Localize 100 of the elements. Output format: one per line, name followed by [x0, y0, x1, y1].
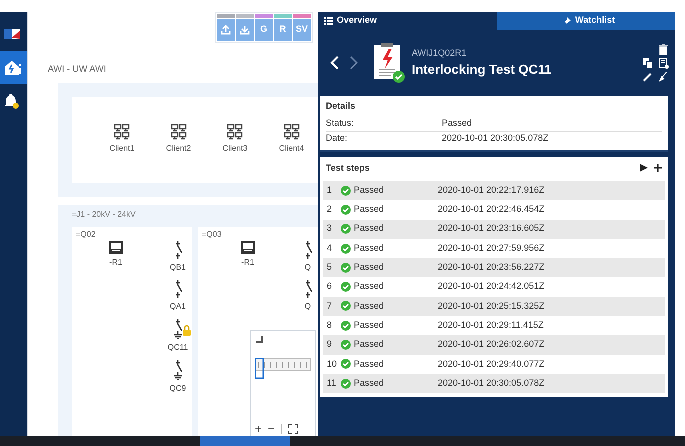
check-circle-icon: [341, 378, 351, 389]
field-value: Passed: [442, 116, 472, 130]
section-title: =J1 - 20kV - 24kV: [72, 208, 137, 220]
check-circle-icon: [341, 262, 351, 273]
copy-icon[interactable]: [643, 58, 653, 69]
step-status: Passed: [354, 376, 386, 390]
field-label: Status:: [326, 116, 356, 130]
bay-title: =Q03: [202, 228, 223, 240]
field-label: Date:: [326, 132, 349, 146]
list-icon: [324, 17, 333, 25]
test-step-row[interactable]: 3 Passed 2020-10-01 20:23:16.605Z: [323, 220, 665, 239]
device-label: QA1: [170, 300, 186, 312]
device-label: QC9: [170, 382, 186, 394]
step-status: Passed: [354, 338, 386, 352]
switch-icon: [173, 280, 183, 298]
play-icon[interactable]: [640, 164, 648, 172]
step-number: 6: [327, 280, 334, 294]
step-time: 2020-10-01 20:23:16.605Z: [438, 222, 545, 236]
step-status: Passed: [354, 242, 386, 255]
bell-icon: [4, 92, 20, 108]
switch-icon: [173, 240, 183, 258]
earth-switch-icon: [173, 360, 183, 380]
check-circle-icon: [341, 301, 351, 312]
step-status: Passed: [354, 318, 386, 332]
switch-icon: [303, 240, 313, 258]
step-number: 11: [327, 376, 338, 390]
step-time: 2020-10-01 20:25:15.325Z: [438, 300, 545, 313]
switch-icon: [303, 280, 313, 298]
step-status: Passed: [354, 222, 386, 236]
client-label: Client3: [222, 143, 248, 155]
step-status: Passed: [354, 261, 386, 274]
step-time: 2020-10-01 20:23:56.227Z: [438, 261, 545, 274]
house-icon: [4, 60, 21, 75]
breadcrumb: AWI - UW AWI: [48, 63, 108, 76]
fit-to-screen-icon[interactable]: [288, 424, 300, 434]
step-time: 2020-10-01 20:30:05.078Z: [438, 376, 545, 390]
check-circle-icon: [341, 320, 351, 331]
step-time: 2020-10-01 20:29:40.077Z: [438, 358, 545, 371]
client-label: Client2: [166, 143, 192, 155]
step-number: 9: [327, 338, 334, 352]
step-time: 2020-10-01 20:27:59.956Z: [438, 242, 545, 255]
zoom-out-button[interactable]: −: [268, 423, 276, 435]
step-number: 2: [327, 203, 334, 216]
document-icon[interactable]: [659, 58, 669, 69]
check-circle-icon: [341, 282, 351, 292]
device-label: -R1: [242, 256, 254, 268]
step-time: 2020-10-01 20:24:42.051Z: [438, 280, 545, 294]
step-time: 2020-10-01 20:26:02.607Z: [438, 338, 545, 352]
client-label: Client4: [279, 143, 304, 155]
earth-switch-icon: [173, 318, 183, 338]
step-time: 2020-10-01 20:22:17.916Z: [438, 184, 545, 197]
computers-icon: [170, 124, 187, 140]
computers-icon: [114, 124, 130, 140]
field-value: 2020-10-01 20:30:05.078Z: [442, 132, 549, 146]
test-step-row[interactable]: 1 Passed 2020-10-01 20:22:17.916Z: [323, 181, 665, 200]
add-icon[interactable]: [654, 164, 662, 172]
upload-icon: [221, 25, 231, 35]
device-label: -R1: [110, 256, 122, 268]
details-title: Details: [326, 100, 357, 113]
check-circle-icon: [341, 224, 351, 234]
check-circle-icon: [341, 204, 351, 215]
step-number: 3: [327, 222, 334, 236]
pencil-icon[interactable]: [643, 72, 652, 82]
panel-tab[interactable]: Watchlist: [496, 12, 675, 30]
client-label: Client1: [110, 143, 135, 155]
check-circle-icon: [341, 244, 351, 254]
test-report-icon: [372, 42, 406, 84]
step-time: 2020-10-01 20:22:46.454Z: [438, 203, 545, 216]
step-number: 8: [327, 318, 334, 332]
step-status: Passed: [354, 203, 386, 216]
device-label: QB1: [170, 262, 186, 274]
computers-icon: [284, 124, 300, 140]
zoom-in-button[interactable]: +: [255, 423, 262, 435]
step-status: Passed: [354, 300, 386, 313]
item-id: AWIJ1Q02R1: [412, 46, 468, 60]
step-status: Passed: [354, 358, 386, 371]
test-step-row[interactable]: 7 Passed 2020-10-01 20:25:15.325Z: [323, 296, 665, 316]
relay-icon: [241, 240, 255, 254]
forward-icon[interactable]: [350, 56, 358, 70]
test-step-row[interactable]: 5 Passed 2020-10-01 20:23:56.227Z: [323, 258, 665, 278]
test-step-row[interactable]: 11 Passed 2020-10-01 20:30:05.078Z: [323, 374, 665, 394]
step-number: 10: [327, 358, 338, 371]
test-steps-title: Test steps: [326, 162, 370, 175]
trash-icon[interactable]: [659, 44, 668, 55]
step-number: 4: [327, 242, 334, 255]
relay-icon: [109, 240, 123, 254]
test-step-row[interactable]: 9 Passed 2020-10-01 20:26:02.607Z: [323, 335, 665, 355]
step-time: 2020-10-01 20:29:11.415Z: [438, 318, 544, 332]
device-label: QC11: [168, 342, 188, 354]
device-label: Q: [304, 300, 312, 312]
item-title: Interlocking Test QC11: [412, 61, 552, 79]
check-circle-icon: [341, 186, 351, 196]
download-icon: [240, 25, 250, 35]
step-status: Passed: [354, 280, 386, 294]
computers-icon: [227, 124, 244, 140]
bay-title: =Q02: [76, 228, 97, 240]
step-number: 5: [327, 261, 334, 274]
device-label: Q: [304, 262, 312, 274]
step-number: 1: [327, 184, 334, 197]
back-icon[interactable]: [330, 56, 340, 70]
